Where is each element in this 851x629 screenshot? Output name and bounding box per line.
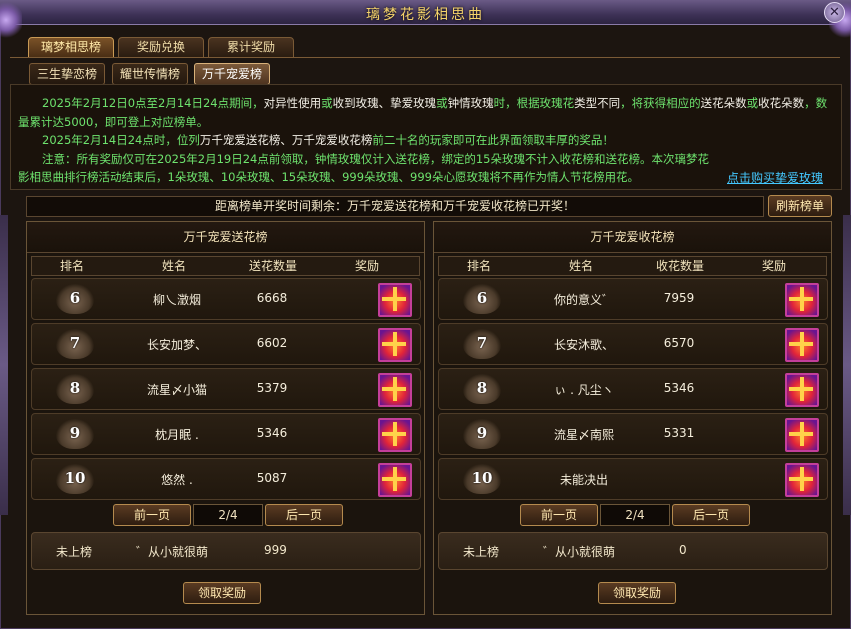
- table-row: 8 流星〆小猫 5379: [31, 368, 421, 410]
- gift-box-icon[interactable]: [378, 283, 412, 317]
- rank-badge: 6: [463, 284, 501, 314]
- page-indicator: 2/4: [600, 504, 670, 526]
- tab-lovesick-ranking[interactable]: 璃梦相思榜: [28, 37, 114, 58]
- rank-badge: 9: [56, 419, 94, 449]
- rank-badge: 7: [463, 329, 501, 359]
- board-title: 万千宠爱送花榜: [27, 222, 424, 253]
- gift-box-icon[interactable]: [378, 328, 412, 362]
- subtab-thousand-favors[interactable]: 万千宠爱榜: [194, 63, 270, 85]
- gift-box-icon[interactable]: [785, 373, 819, 407]
- countdown-notice: 距离榜单开奖时间剩余：万千宠爱送花榜和万千宠爱收花榜已开奖！: [26, 196, 764, 217]
- board-title: 万千宠爱收花榜: [434, 222, 831, 253]
- gift-box-icon[interactable]: [378, 463, 412, 497]
- player-name: 柳乀澂烟: [152, 293, 201, 307]
- player-name: 长安加梦、: [146, 338, 207, 352]
- tab-reward-exchange[interactable]: 奖励兑换: [118, 37, 204, 58]
- table-row: 10 未能决出: [438, 458, 828, 500]
- gift-box-icon[interactable]: [378, 373, 412, 407]
- table-row: 9 流星〆南熙 5331: [438, 413, 828, 455]
- header-rank: 排名: [466, 259, 491, 273]
- info-paragraph-2: 2025年2月14日24点时，位列万千宠爱送花榜、万千宠爱收花榜前二十名的玩家即…: [42, 133, 614, 147]
- flower-count: 7959: [663, 291, 695, 305]
- next-page-button[interactable]: 后一页: [265, 504, 343, 526]
- flower-count: 6668: [256, 291, 288, 305]
- player-name: 长安沐歌、: [553, 338, 614, 352]
- rank-badge: 8: [56, 374, 94, 404]
- player-name: 枕月眠 .: [155, 428, 199, 442]
- flower-count: 5331: [663, 426, 695, 440]
- my-name: ゛从小就很萌: [136, 545, 209, 559]
- my-name: ゛从小就很萌: [543, 545, 616, 559]
- gift-box-icon[interactable]: [785, 463, 819, 497]
- rank-badge: 10: [463, 464, 501, 494]
- window-title: 璃梦花影相思曲: [366, 7, 485, 23]
- next-page-button[interactable]: 后一页: [672, 504, 750, 526]
- send-flower-board: 万千宠爱送花榜 排名 姓名 送花数量 奖励 6 柳乀澂烟 6668 7 长安加梦…: [26, 221, 425, 615]
- player-name: 悠然 .: [161, 473, 193, 487]
- my-ranking-row: 未上榜 ゛从小就很萌 0: [438, 532, 828, 570]
- header-name: 姓名: [161, 259, 186, 273]
- page-indicator: 2/4: [193, 504, 263, 526]
- player-name: ぃ . 凡尘ヽ: [554, 383, 614, 397]
- my-count: 999: [264, 543, 287, 557]
- subtab-three-lives[interactable]: 三生挚恋榜: [29, 63, 105, 85]
- flower-count: 5346: [663, 381, 695, 395]
- table-row: 7 长安加梦、 6602: [31, 323, 421, 365]
- player-name: 未能决出: [559, 473, 608, 487]
- title-bar[interactable]: 璃梦花影相思曲 ✕: [0, 0, 851, 40]
- table-row: 8 ぃ . 凡尘ヽ 5346: [438, 368, 828, 410]
- event-description: 2025年2月12日0点至2月14日24点期间，对异性使用或收到玫瑰、挚爱玫瑰或…: [18, 94, 828, 187]
- refresh-ranking-button[interactable]: 刷新榜单: [768, 195, 832, 217]
- rank-badge: 6: [56, 284, 94, 314]
- rank-badge: 7: [56, 329, 94, 359]
- table-header: 排名 姓名 送花数量 奖励: [31, 256, 420, 276]
- header-name: 姓名: [568, 259, 593, 273]
- my-count: 0: [679, 543, 687, 557]
- rank-badge: 8: [463, 374, 501, 404]
- my-rank-status: 未上榜: [56, 545, 93, 559]
- claim-reward-button[interactable]: 领取奖励: [598, 582, 676, 604]
- flower-count: 6570: [663, 336, 695, 350]
- table-row: 6 你的意义゛ 7959: [438, 278, 828, 320]
- header-count: 送花数量: [248, 259, 297, 273]
- header-count: 收花数量: [655, 259, 704, 273]
- right-ornament: [843, 215, 851, 515]
- flower-count: 6602: [256, 336, 288, 350]
- header-reward: 奖励: [761, 259, 786, 273]
- gift-box-icon[interactable]: [378, 418, 412, 452]
- rank-badge: 10: [56, 464, 94, 494]
- table-row: 9 枕月眠 . 5346: [31, 413, 421, 455]
- receive-flower-board: 万千宠爱收花榜 排名 姓名 收花数量 奖励 6 你的意义゛ 7959 7 长安沐…: [433, 221, 832, 615]
- player-name: 你的意义゛: [553, 293, 614, 307]
- flower-count: 5379: [256, 381, 288, 395]
- header-reward: 奖励: [354, 259, 379, 273]
- table-row: 7 长安沐歌、 6570: [438, 323, 828, 365]
- gift-box-icon[interactable]: [785, 283, 819, 317]
- my-rank-status: 未上榜: [463, 545, 500, 559]
- gift-box-icon[interactable]: [785, 328, 819, 362]
- table-row: 6 柳乀澂烟 6668: [31, 278, 421, 320]
- my-ranking-row: 未上榜 ゛从小就很萌 999: [31, 532, 421, 570]
- claim-reward-button[interactable]: 领取奖励: [183, 582, 261, 604]
- left-ornament: [0, 215, 8, 515]
- prev-page-button[interactable]: 前一页: [113, 504, 191, 526]
- table-header: 排名 姓名 收花数量 奖励: [438, 256, 827, 276]
- prev-page-button[interactable]: 前一页: [520, 504, 598, 526]
- info-paragraph-3: 注意：所有奖励仅可在2025年2月19日24点前领取，钟情玫瑰仅计入送花榜，绑定…: [18, 151, 709, 185]
- flower-count: 5346: [256, 426, 288, 440]
- header-rank: 排名: [59, 259, 84, 273]
- tab-divider: [10, 57, 840, 58]
- flower-count: 5087: [256, 471, 288, 485]
- close-button[interactable]: ✕: [824, 2, 845, 23]
- subtab-dazzling-love[interactable]: 耀世传情榜: [112, 63, 188, 85]
- buy-rose-link[interactable]: 点击购买挚爱玫瑰: [727, 169, 823, 186]
- player-name: 流星〆南熙: [553, 428, 614, 442]
- gift-box-icon[interactable]: [785, 418, 819, 452]
- rank-badge: 9: [463, 419, 501, 449]
- table-row: 10 悠然 . 5087: [31, 458, 421, 500]
- info-paragraph-1: 2025年2月12日0点至2月14日24点期间，对异性使用或收到玫瑰、挚爱玫瑰或…: [18, 96, 828, 129]
- player-name: 流星〆小猫: [146, 383, 207, 397]
- tab-cumulative-reward[interactable]: 累计奖励: [208, 37, 294, 58]
